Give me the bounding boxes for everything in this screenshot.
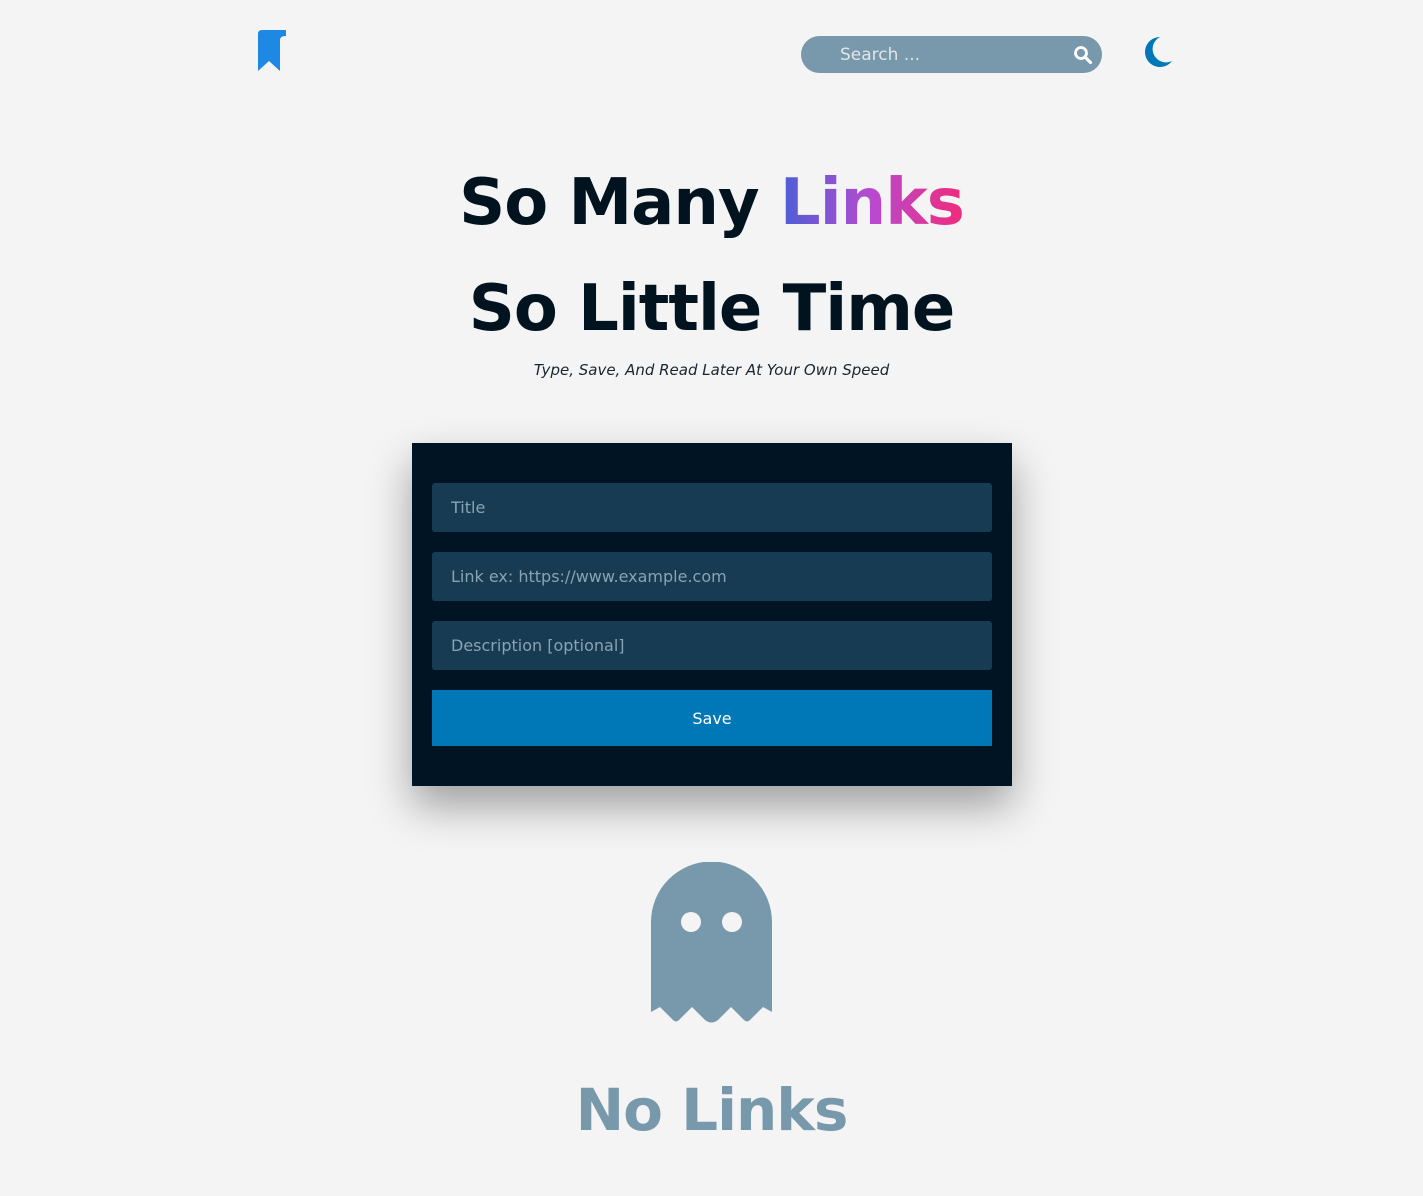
ghost-icon (651, 862, 772, 1023)
title-field[interactable] (432, 483, 992, 532)
page: So Many Links So Little Time Type, Save,… (0, 0, 1423, 1196)
hero-title-line-2: So Little Time (468, 272, 956, 346)
description-field[interactable] (432, 621, 992, 670)
add-link-form: Save (412, 443, 1012, 786)
search-input[interactable] (801, 36, 1061, 73)
save-button[interactable]: Save (432, 690, 992, 746)
hero-title-prefix: So Many (459, 166, 780, 240)
hero-title-highlight: Links (779, 166, 965, 240)
search-icon[interactable] (1073, 45, 1093, 65)
hero-tagline: Type, Save, And Read Later At Your Own S… (533, 361, 890, 379)
search-bar (801, 36, 1102, 73)
hero-title-line-1: So Many Links (0, 160, 1423, 246)
bookmark-icon[interactable] (257, 30, 287, 72)
link-field[interactable] (432, 552, 992, 601)
empty-state-text: No Links (575, 1076, 849, 1144)
moon-icon[interactable] (1140, 35, 1174, 69)
